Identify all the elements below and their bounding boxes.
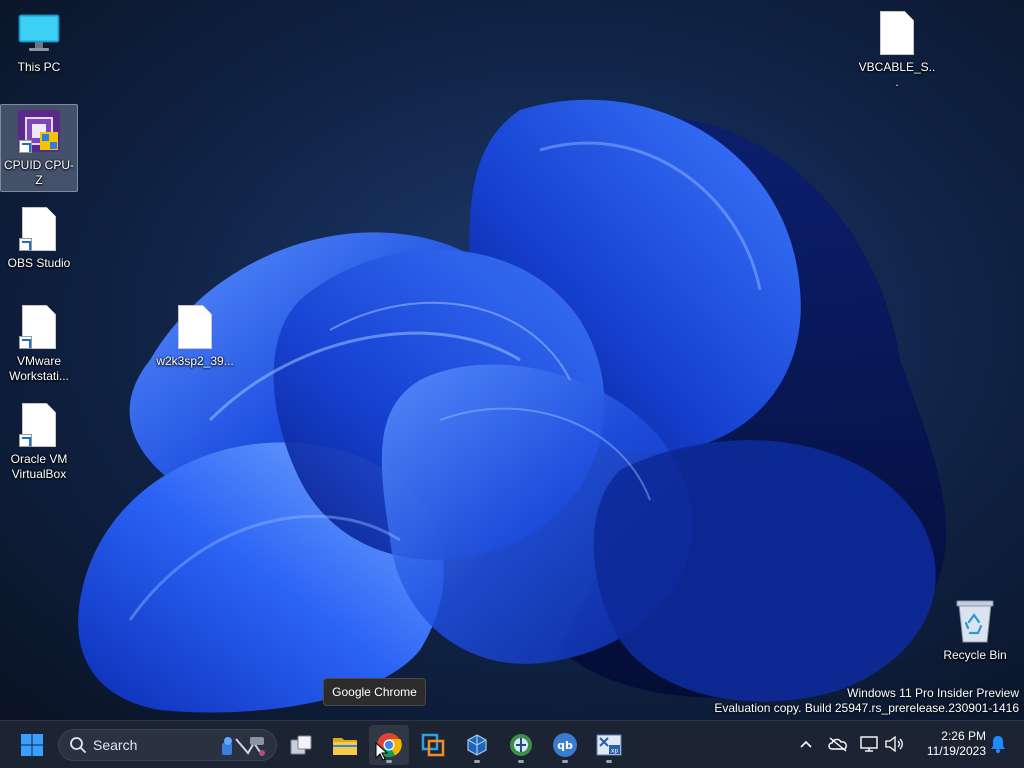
bell-icon [991,736,1005,753]
desktop-icon-label: VBCABLE_S... [858,60,936,89]
desktop-icon-recycle-bin[interactable]: Recycle Bin [936,594,1014,667]
desktop-icon-label: OBS Studio [7,256,71,270]
desktop-icon-label: Recycle Bin [943,648,1007,662]
taskbar-file-explorer[interactable] [325,725,365,765]
show-hidden-icons-button[interactable] [794,731,818,757]
taskbar-vmware[interactable] [413,725,453,765]
search-icon [70,737,86,753]
cloud-offline-icon [828,737,847,752]
taskbar-clock[interactable]: 2:26 PM 11/19/2023 [914,729,986,759]
tray-onedrive-offline[interactable] [826,731,850,757]
search-highlight-icon [222,737,265,756]
vmware-icon [421,733,445,757]
running-indicator [474,760,480,763]
tray-volume[interactable] [882,731,906,757]
volume-icon [885,735,903,753]
shortcut-arrow-icon [19,434,32,447]
network-icon [860,736,878,752]
desktop-icon-cpu-z[interactable]: CPUID CPU-Z [0,104,78,192]
file-explorer-icon [333,738,357,755]
desktop-icon-label: VMware Workstati... [9,354,69,383]
taskbar-app[interactable] [501,725,541,765]
desktop-icon-vbcable[interactable]: VBCABLE_S... [858,6,936,94]
desktop-icon-vmware[interactable]: VMware Workstati... [0,300,78,388]
chevron-up-icon [800,740,812,748]
file-icon [15,401,63,449]
notifications-button[interactable] [986,731,1010,757]
search-label: Search [93,737,138,753]
task-view-button[interactable] [281,725,321,765]
app-icon [510,734,532,756]
task-view-icon [290,735,312,755]
virtualbox-icon [467,734,487,756]
start-button[interactable] [12,725,52,765]
file-icon [171,303,219,351]
tray-network[interactable] [858,731,882,757]
windows-xp-icon: xp [596,734,622,756]
mouse-cursor-icon [375,742,389,761]
desktop-icon-label: This PC [17,60,61,74]
running-indicator [562,760,568,763]
file-icon [15,303,63,351]
taskbar: Search qb xp 2:26 PM 11/19/2023 [0,720,1024,768]
desktop-icon-virtualbox[interactable]: Oracle VM VirtualBox [0,398,78,486]
recycle-bin-icon [951,597,999,645]
file-icon [15,205,63,253]
taskbar-search-box[interactable]: Search [58,729,277,761]
clock-date: 11/19/2023 [926,744,986,758]
start-icon [21,734,43,756]
desktop-icon-label: w2k3sp2_39... [156,354,234,368]
svg-text:xp: xp [611,748,619,755]
svg-text:qb: qb [557,739,573,752]
desktop-icon-w2k3sp2[interactable]: w2k3sp2_39... [156,300,234,373]
desktop-wallpaper [0,0,1024,720]
evaluation-watermark: Windows 11 Pro Insider Preview Evaluatio… [714,686,1019,716]
clock-time: 2:26 PM [941,729,986,743]
shortcut-arrow-icon [19,140,32,153]
running-indicator [606,760,612,763]
file-icon [873,9,921,57]
watermark-line-2: Evaluation copy. Build 25947.rs_prerelea… [714,701,1019,715]
taskbar-windows-xp-vm[interactable]: xp [589,725,629,765]
taskbar-virtualbox[interactable] [457,725,497,765]
desktop-icon-label: CPUID CPU-Z [3,158,74,187]
desktop-icon-this-pc[interactable]: This PC [0,6,78,79]
qbittorrent-icon: qb [553,733,577,757]
monitor-icon [15,9,63,57]
taskbar-qbittorrent[interactable]: qb [545,725,585,765]
shortcut-arrow-icon [19,238,32,251]
desktop-icon-obs-studio[interactable]: OBS Studio [0,202,78,275]
chrome-tooltip: Google Chrome [323,678,426,706]
cpu-z-icon [15,107,63,155]
running-indicator [518,760,524,763]
shortcut-arrow-icon [19,336,32,349]
desktop-icon-label: Oracle VM VirtualBox [10,452,68,481]
watermark-line-1: Windows 11 Pro Insider Preview [847,686,1019,700]
